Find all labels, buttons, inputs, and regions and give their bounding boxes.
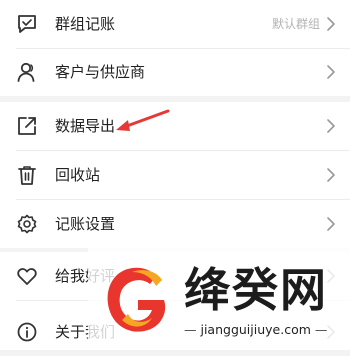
trash-icon: [18, 166, 36, 185]
user-icon: [17, 62, 35, 82]
menu-item-label: 数据导出: [55, 117, 116, 135]
gear-icon: [17, 214, 37, 234]
menu-item-data-export[interactable]: 数据导出: [0, 102, 350, 150]
menu-item-label: 群组记账: [55, 15, 116, 33]
menu-item-label: 记账设置: [55, 215, 116, 233]
default-group-value: 默认群组: [271, 17, 320, 31]
watermark-logo: [107, 267, 166, 332]
heart-icon: [17, 268, 37, 285]
info-icon: [17, 322, 37, 342]
watermark: 绛癸网 — jiangguijiuye.com —: [88, 240, 350, 350]
chevron-right-icon: [327, 65, 335, 79]
annotation-arrow: [116, 109, 170, 131]
menu-item-label: 客户与供应商: [55, 63, 146, 81]
export-icon: [18, 117, 36, 135]
watermark-url: — jiangguijiuye.com —: [184, 322, 328, 337]
watermark-brand: 绛癸网: [184, 263, 328, 317]
chevron-right-icon: [327, 17, 335, 31]
watermark-url-text: jiangguijiuye.com: [200, 322, 311, 337]
chevron-right-icon: [327, 217, 335, 231]
menu-item-customers-suppliers[interactable]: 客户与供应商: [0, 48, 350, 96]
chevron-right-icon: [327, 119, 335, 133]
chevron-right-icon: [327, 168, 335, 182]
menu-group-2: 数据导出 回收站 记账设置: [0, 102, 350, 248]
menu-item-group-ledger[interactable]: 群组记账 默认群组: [0, 0, 350, 48]
menu-item-recycle-bin[interactable]: 回收站: [0, 151, 350, 199]
menu-group-1: 群组记账 默认群组 客户与供应商: [0, 0, 350, 96]
chat-bubble-icon: [18, 15, 36, 33]
menu-item-label: 回收站: [55, 166, 101, 184]
